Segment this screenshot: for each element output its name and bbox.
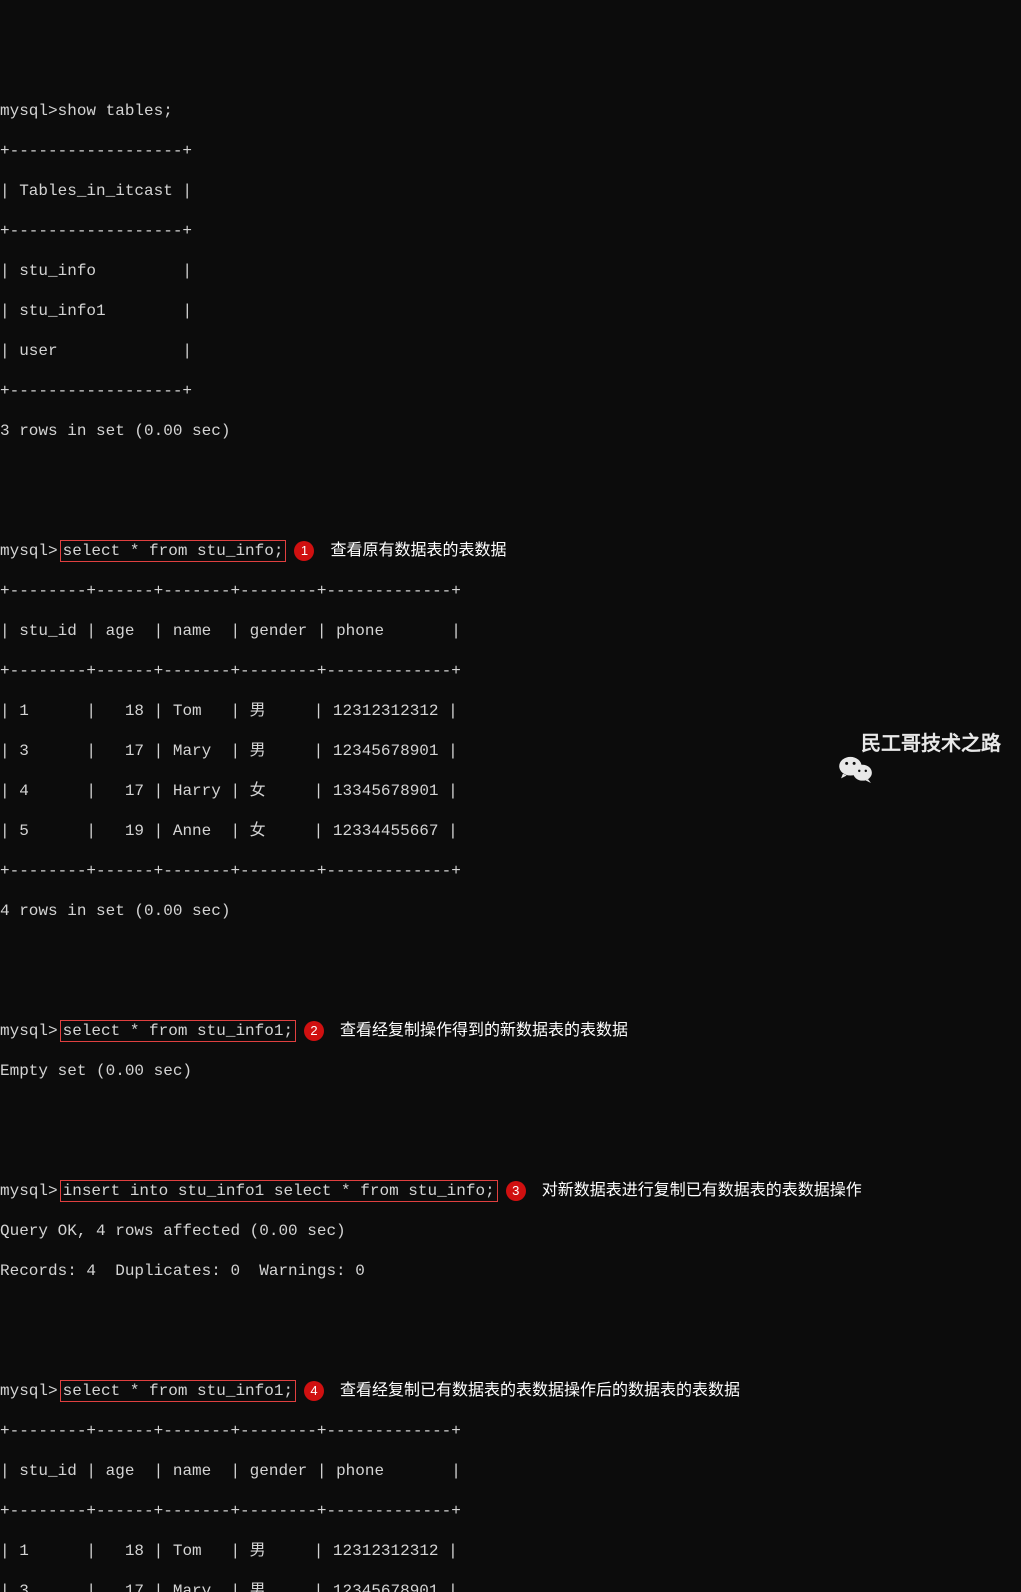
result-line: 4 rows in set (0.00 sec) xyxy=(0,901,1021,921)
cell: 18 xyxy=(125,1541,144,1561)
cell: 19 xyxy=(125,821,144,841)
table-row: | 1 | 18 | Tom | 男 | 12312312312 | xyxy=(0,701,1021,721)
ascii-border: +------------------+ xyxy=(0,381,1021,401)
cell: Anne xyxy=(173,821,211,841)
watermark: 民工哥技术之路 xyxy=(817,730,1001,758)
cmd-line-step3[interactable]: mysql> insert into stu_info1 select * fr… xyxy=(0,1181,1021,1201)
tables-header: Tables_in_itcast xyxy=(19,181,173,201)
col-header: gender xyxy=(250,1461,308,1481)
table-name: stu_info xyxy=(19,261,96,281)
table-row: | 1 | 18 | Tom | 男 | 12312312312 | xyxy=(0,1541,1021,1561)
mysql-prompt: mysql> xyxy=(0,1181,58,1201)
table-row: | 5 | 19 | Anne | 女 | 12334455667 | xyxy=(0,821,1021,841)
cell: Mary xyxy=(173,1581,211,1592)
mysql-prompt: mysql> xyxy=(0,1021,58,1041)
table-row: | 4 | 17 | Harry | 女 | 13345678901 | xyxy=(0,781,1021,801)
blank-line xyxy=(0,1101,1021,1121)
table-header-row: | stu_id | age | name | gender | phone | xyxy=(0,621,1021,641)
cell: 4 xyxy=(19,781,29,801)
cell: 12312312312 xyxy=(333,701,439,721)
table-name: stu_info1 xyxy=(19,301,105,321)
blank-line xyxy=(0,941,1021,961)
cmd-line-step4[interactable]: mysql> select * from stu_info1; 4 查看经复制已有数… xyxy=(0,1381,1021,1401)
col-header: stu_id xyxy=(19,621,77,641)
result-line: 3 rows in set (0.00 sec) xyxy=(0,421,1021,441)
annotation-3: 对新数据表进行复制已有数据表的表数据操作 xyxy=(536,1179,868,1203)
ascii-border: +--------+------+-------+--------+------… xyxy=(0,581,1021,601)
blank-line xyxy=(0,1301,1021,1321)
cell: 女 xyxy=(250,821,266,841)
cell: 17 xyxy=(125,781,144,801)
col-header: phone xyxy=(336,621,384,641)
col-header: gender xyxy=(250,621,308,641)
cell: Tom xyxy=(173,1541,202,1561)
cell: 5 xyxy=(19,821,29,841)
tables-header-row: | Tables_in_itcast | xyxy=(0,181,1021,201)
mysql-prompt: mysql> xyxy=(0,1381,58,1401)
cell: Mary xyxy=(173,741,211,761)
cell: 男 xyxy=(250,1581,266,1592)
ascii-border: +------------------+ xyxy=(0,221,1021,241)
ascii-border: +--------+------+-------+--------+------… xyxy=(0,661,1021,681)
cell: 17 xyxy=(125,1581,144,1592)
ascii-border: +------------------+ xyxy=(0,141,1021,161)
cell: 女 xyxy=(250,781,266,801)
cell: 18 xyxy=(125,701,144,721)
col-header: stu_id xyxy=(19,1461,77,1481)
highlighted-cmd: select * from stu_info; xyxy=(60,540,287,562)
col-header: age xyxy=(106,1461,135,1481)
cell: 13345678901 xyxy=(333,781,439,801)
mysql-prompt: mysql> xyxy=(0,101,58,121)
col-header: phone xyxy=(336,1461,384,1481)
cell: 3 xyxy=(19,1581,29,1592)
blank-line xyxy=(0,461,1021,481)
cell: 3 xyxy=(19,741,29,761)
cell: Harry xyxy=(173,781,221,801)
cell: 1 xyxy=(19,1541,29,1561)
step-badge-3: 3 xyxy=(506,1181,526,1201)
cell: 男 xyxy=(250,701,266,721)
table-header-row: | stu_id | age | name | gender | phone | xyxy=(0,1461,1021,1481)
table-row: | stu_info | xyxy=(0,261,1021,281)
col-header: name xyxy=(173,1461,211,1481)
cell: 12334455667 xyxy=(333,821,439,841)
cmd-line-show-tables[interactable]: mysql> show tables; xyxy=(0,101,1021,121)
highlighted-cmd: insert into stu_info1 select * from stu_… xyxy=(60,1180,498,1202)
cell: 12345678901 xyxy=(333,741,439,761)
cell: 12312312312 xyxy=(333,1541,439,1561)
cmd-line-step1[interactable]: mysql> select * from stu_info; 1 查看原有数据表的表… xyxy=(0,541,1021,561)
step-badge-2: 2 xyxy=(304,1021,324,1041)
step-badge-4: 4 xyxy=(304,1381,324,1401)
table-row: | user | xyxy=(0,341,1021,361)
cell: Tom xyxy=(173,701,202,721)
ascii-border: +--------+------+-------+--------+------… xyxy=(0,861,1021,881)
highlighted-cmd: select * from stu_info1; xyxy=(60,1380,296,1402)
step-badge-1: 1 xyxy=(294,541,314,561)
annotation-4: 查看经复制已有数据表的表数据操作后的数据表的表数据 xyxy=(334,1379,746,1403)
annotation-2: 查看经复制操作得到的新数据表的表数据 xyxy=(334,1019,634,1043)
cmd-line-step2[interactable]: mysql> select * from stu_info1; 2 查看经复制操作得… xyxy=(0,1021,1021,1041)
cell: 17 xyxy=(125,741,144,761)
col-header: name xyxy=(173,621,211,641)
col-header: age xyxy=(106,621,135,641)
result-line: Query OK, 4 rows affected (0.00 sec) xyxy=(0,1221,1021,1241)
wechat-icon xyxy=(817,730,851,758)
highlighted-cmd: select * from stu_info1; xyxy=(60,1020,296,1042)
result-line: Records: 4 Duplicates: 0 Warnings: 0 xyxy=(0,1261,1021,1281)
watermark-text: 民工哥技术之路 xyxy=(861,732,1001,757)
annotation-1: 查看原有数据表的表数据 xyxy=(324,539,512,563)
cell: 男 xyxy=(250,741,266,761)
ascii-border: +--------+------+-------+--------+------… xyxy=(0,1421,1021,1441)
table-row: | stu_info1 | xyxy=(0,301,1021,321)
table-row: | 3 | 17 | Mary | 男 | 12345678901 | xyxy=(0,1581,1021,1592)
mysql-prompt: mysql> xyxy=(0,541,58,561)
ascii-border: +--------+------+-------+--------+------… xyxy=(0,1501,1021,1521)
cmd-text: show tables; xyxy=(58,101,173,121)
result-line: Empty set (0.00 sec) xyxy=(0,1061,1021,1081)
table-name: user xyxy=(19,341,57,361)
cell: 12345678901 xyxy=(333,1581,439,1592)
cell: 男 xyxy=(250,1541,266,1561)
cell: 1 xyxy=(19,701,29,721)
